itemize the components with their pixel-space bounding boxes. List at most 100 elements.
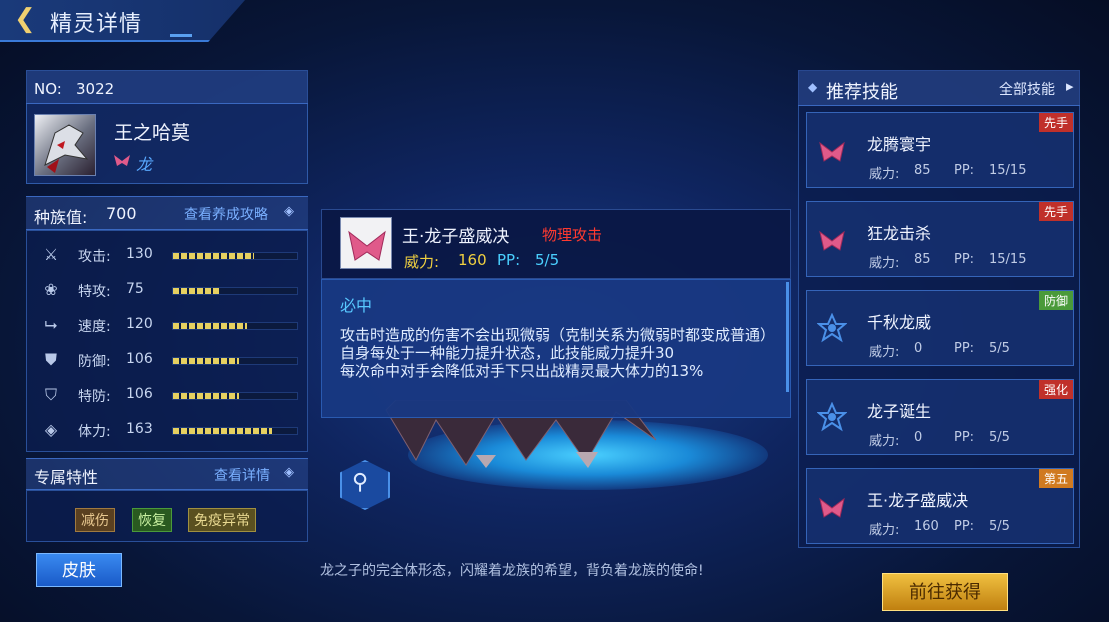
dragon-wing-icon <box>817 135 847 169</box>
stat-bar <box>172 287 298 295</box>
info-diamond-icon[interactable]: ◈ <box>284 465 294 480</box>
popup-power-value: 160 <box>458 251 487 269</box>
magic-icon: ❀ <box>44 280 58 299</box>
stat-row: ⛉ 特防: 106 <box>40 384 300 408</box>
back-button[interactable]: ❮ <box>14 6 36 32</box>
stat-label: 体力: <box>78 424 111 440</box>
skill-name: 狂龙击杀 <box>867 224 932 243</box>
skill-power: 0 <box>914 341 923 356</box>
skill-badge: 先手 <box>1038 113 1073 132</box>
pet-number-bar <box>26 70 308 104</box>
popup-desc-line: 自身每处于一种能力提升状态，此技能威力提升30 <box>340 344 675 362</box>
popup-skill-category: 物理攻击 <box>542 226 603 244</box>
pet-number: 3022 <box>76 80 115 98</box>
skill-name: 王·龙子盛威决 <box>867 491 969 510</box>
stats-list: ⚔ 攻击: 130 ❀ 特攻: 75 ⮡ 速度: 120 ⛊ 防御: 106 ⛉ 特防: 106 ◈ 体力: 16… <box>40 244 300 444</box>
skin-button[interactable]: 皮肤 <box>36 553 122 587</box>
boot-icon: ⮡ <box>44 315 58 334</box>
stat-label: 特防: <box>78 389 111 405</box>
skill-pp-label: PP: <box>954 163 975 178</box>
popup-scrollbar[interactable] <box>786 282 789 392</box>
race-value-label: 种族值: <box>34 208 88 227</box>
pet-flavor-text: 龙之子的完全体形态，闪耀着龙族的希望，背负着龙族的使命! <box>320 563 704 579</box>
skill-pp: 5/5 <box>989 519 1010 534</box>
skill-badge: 防御 <box>1038 291 1073 310</box>
pet-avatar[interactable] <box>34 114 96 176</box>
stat-row: ⛊ 防御: 106 <box>40 349 300 373</box>
skill-power: 85 <box>914 252 931 267</box>
star-icon <box>816 401 848 436</box>
chevron-right-icon[interactable]: ▸ <box>1066 77 1074 95</box>
trait-detail-link[interactable]: 查看详情 <box>214 465 270 485</box>
skill-name: 千秋龙威 <box>867 313 932 332</box>
capsule-icon: ◈ <box>44 420 58 439</box>
skill-card[interactable]: 千秋龙威威力: 0 PP: 5/5 防御 <box>806 290 1074 366</box>
popup-power-label: 威力: <box>404 253 440 271</box>
skill-pp-label: PP: <box>954 430 975 445</box>
traits-title: 专属特性 <box>34 468 99 487</box>
skill-power-label: 威力: <box>869 256 900 271</box>
skill-card[interactable]: 龙子诞生 威力: 0 PP: 5/5 强化 <box>806 379 1074 455</box>
recommended-skills-title: 推荐技能 <box>826 82 898 103</box>
skill-pp: 5/5 <box>989 341 1010 356</box>
stat-label: 速度: <box>78 319 111 335</box>
popup-effect-title: 必中 <box>340 296 373 315</box>
search-icon: ⚲ <box>352 470 369 495</box>
popup-desc-line: 每次命中对手会降低对手下只出战精灵最大体力的13% <box>340 362 704 380</box>
stat-label: 攻击: <box>78 249 111 265</box>
star-icon <box>816 312 848 347</box>
stat-row: ⚔ 攻击: 130 <box>40 244 300 268</box>
pet-type-label: 龙 <box>136 155 153 174</box>
skill-pp-label: PP: <box>954 341 975 356</box>
skill-power-label: 威力: <box>869 434 900 449</box>
stat-value: 106 <box>126 386 153 402</box>
stat-label: 防御: <box>78 354 111 370</box>
stat-bar <box>172 357 298 365</box>
trait-tag: 减伤 <box>75 508 115 532</box>
skill-pp: 5/5 <box>989 430 1010 445</box>
popup-description: 攻击时造成的伤害不会出现微弱（克制关系为微弱时都变成普通） 自身每处于一种能力提… <box>340 326 778 380</box>
all-skills-link[interactable]: 全部技能 <box>999 79 1055 99</box>
skill-power: 160 <box>914 519 939 534</box>
header-decor <box>170 34 192 37</box>
race-value: 700 <box>106 204 137 223</box>
info-diamond-icon[interactable]: ◈ <box>284 204 294 219</box>
diamond-bullet-icon: ◆ <box>808 80 818 94</box>
skill-name: 龙子诞生 <box>867 402 932 421</box>
skill-card[interactable]: 狂龙击杀威力: 85 PP: 15/15 先手 <box>806 201 1074 277</box>
skill-badge: 第五 <box>1038 469 1073 488</box>
dragon-wing-icon <box>817 491 847 525</box>
dragon-portrait-icon <box>44 124 89 173</box>
skill-power-label: 威力: <box>869 167 900 182</box>
skill-badge: 先手 <box>1038 202 1073 221</box>
stat-bar <box>172 427 298 435</box>
skill-card[interactable]: 王·龙子盛威决 威力: 160 PP: 5/5 第五 <box>806 468 1074 544</box>
dragon-wing-icon <box>348 230 386 261</box>
skill-list: 龙腾寰宇 威力: 85 PP: 15/15 先手 狂龙击杀 威力: 85 PP: 15/15 先手 千秋… <box>806 112 1076 544</box>
skill-pp-label: PP: <box>954 519 975 534</box>
dragon-wing-icon <box>817 224 847 258</box>
skill-name: 龙腾寰宇 <box>867 135 932 154</box>
skill-power: 85 <box>914 163 931 178</box>
skill-icon-frame <box>340 217 392 269</box>
popup-desc-line: 攻击时造成的伤害不会出现微弱（克制关系为微弱时都变成普通） <box>340 326 776 344</box>
popup-pp-label: PP: <box>497 251 521 269</box>
popup-pp-value: 5/5 <box>535 251 560 269</box>
skill-pp: 15/15 <box>989 252 1027 267</box>
training-guide-link[interactable]: 查看养成攻略 <box>184 204 268 224</box>
skill-power-label: 威力: <box>869 345 900 360</box>
page-title: 精灵详情 <box>50 12 143 37</box>
sword-icon: ⚔ <box>43 245 59 264</box>
stat-bar <box>172 392 298 400</box>
skill-badge: 强化 <box>1038 380 1073 399</box>
stat-value: 120 <box>126 316 153 332</box>
skill-card[interactable]: 龙腾寰宇威力: 85 PP: 15/15 先手 <box>806 112 1074 188</box>
skill-pp: 15/15 <box>989 163 1027 178</box>
stat-bar <box>172 252 298 260</box>
stat-row: ❀ 特攻: 75 <box>40 279 300 303</box>
popup-skill-name: 王·龙子盛威决 <box>402 227 510 247</box>
stat-value: 163 <box>126 421 153 437</box>
obtain-button[interactable]: 前往获得 <box>882 573 1008 611</box>
shield-icon: ⛊ <box>44 350 57 369</box>
skill-pp-label: PP: <box>954 252 975 267</box>
